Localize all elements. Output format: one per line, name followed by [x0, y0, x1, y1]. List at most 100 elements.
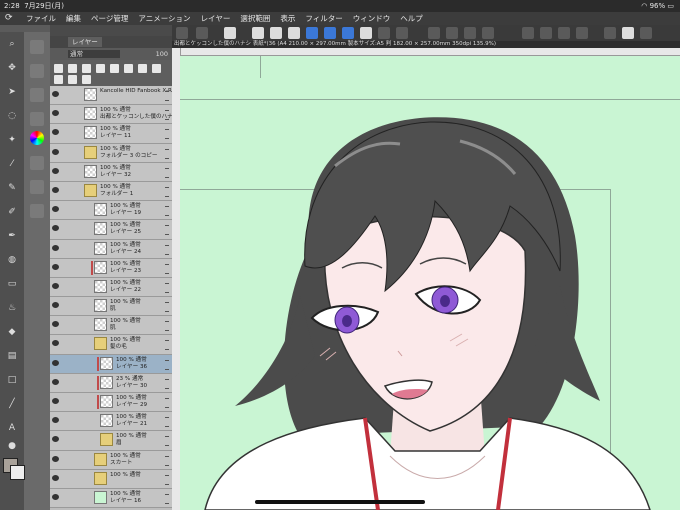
- layer-row[interactable]: 100 % 通常 出都とケッコンした僕のハナシ: [50, 105, 178, 125]
- layer-visibility-icon[interactable]: [52, 186, 59, 193]
- export-icon[interactable]: [306, 27, 318, 39]
- clear-icon[interactable]: [360, 27, 372, 39]
- layer-visibility-icon[interactable]: [52, 455, 59, 462]
- layer-menu-icon[interactable]: [165, 225, 169, 236]
- layer-visibility-icon[interactable]: [52, 398, 59, 404]
- pencil-tool-icon[interactable]: ✐: [6, 206, 18, 218]
- redo-icon[interactable]: [396, 27, 408, 39]
- clip-layer-icon[interactable]: [68, 75, 77, 84]
- layer-visibility-icon[interactable]: [52, 417, 59, 424]
- subtool-color-set[interactable]: [30, 156, 44, 170]
- new-file-icon[interactable]: [252, 27, 264, 39]
- color-wheel[interactable]: [30, 131, 44, 145]
- layout-icon[interactable]: [176, 27, 188, 39]
- new-folder-icon[interactable]: [82, 64, 91, 73]
- settings-icon[interactable]: [640, 27, 652, 39]
- eraser-tool-icon[interactable]: ▭: [6, 278, 18, 290]
- layer-visibility-icon[interactable]: [52, 436, 59, 443]
- menu-layer[interactable]: レイヤー: [201, 12, 231, 25]
- open-file-icon[interactable]: [270, 27, 282, 39]
- layer-visibility-icon[interactable]: [52, 148, 59, 155]
- layer-row[interactable]: 100 % 通常 フォルダー 3 のコピー: [50, 143, 172, 163]
- quick-access-icon[interactable]: [224, 27, 236, 39]
- layer-visibility-icon[interactable]: [52, 340, 59, 347]
- undo-icon[interactable]: [378, 27, 390, 39]
- layer-row[interactable]: 100 % 通常 レイヤー 25: [50, 220, 172, 240]
- layer-menu-icon[interactable]: [165, 167, 169, 178]
- menu-window[interactable]: ウィンドウ: [353, 12, 391, 25]
- layer-menu-icon[interactable]: [165, 282, 169, 293]
- layer-visibility-icon[interactable]: [52, 378, 59, 385]
- snap-guide-icon[interactable]: [576, 27, 588, 39]
- pen-tool-icon[interactable]: ✎: [6, 182, 18, 194]
- layer-row[interactable]: 100 % 通常 レイヤー 29: [50, 393, 172, 413]
- gradient-tool-icon[interactable]: ▤: [6, 350, 18, 362]
- layer-menu-icon[interactable]: [165, 148, 169, 159]
- ruler-tool-icon[interactable]: ╱: [6, 398, 18, 410]
- delete-layer-icon[interactable]: [152, 64, 161, 73]
- app-logo-icon[interactable]: ⟳: [5, 12, 13, 25]
- mask-icon[interactable]: [124, 64, 133, 73]
- blend-mode-select[interactable]: 通常: [68, 50, 120, 58]
- layer-menu-icon[interactable]: [165, 206, 169, 217]
- copy-layer-icon[interactable]: [96, 64, 105, 73]
- subtool-g-pen[interactable]: [30, 64, 44, 78]
- menu-filter[interactable]: フィルター: [305, 12, 342, 25]
- blend-tool-icon[interactable]: ♨: [6, 302, 18, 314]
- layer-visibility-icon[interactable]: [52, 167, 59, 174]
- layer-menu-icon[interactable]: [165, 474, 169, 485]
- layer-menu-icon[interactable]: [165, 417, 169, 428]
- screen-icon[interactable]: [196, 27, 208, 39]
- brush-tool-icon[interactable]: ✒: [6, 230, 18, 242]
- layer-visibility-icon[interactable]: [52, 110, 59, 117]
- layer-row[interactable]: 100 % 通常 レイヤー 16: [50, 488, 172, 509]
- sub-color-swatch[interactable]: [10, 465, 25, 480]
- menu-page[interactable]: ページ管理: [91, 12, 128, 25]
- transform-icon[interactable]: [428, 27, 440, 39]
- layer-row[interactable]: 100 % 通常 フォルダー 1: [50, 181, 172, 202]
- layer-row[interactable]: 100 % 通常肌: [50, 297, 172, 317]
- new-vector-layer-icon[interactable]: [68, 64, 77, 73]
- layer-menu-icon[interactable]: [165, 436, 169, 447]
- layer-menu-icon[interactable]: [165, 244, 169, 255]
- canvas-paper[interactable]: [180, 56, 680, 510]
- fill-tool-icon[interactable]: ◆: [6, 326, 18, 338]
- home-indicator[interactable]: [255, 500, 425, 504]
- layer-menu-icon[interactable]: [165, 110, 169, 121]
- subtool-turnip-pen[interactable]: [30, 112, 44, 126]
- layer-visibility-icon[interactable]: [52, 225, 59, 232]
- tab-layer[interactable]: レイヤー: [68, 37, 102, 47]
- print-icon[interactable]: [324, 27, 336, 39]
- draft-layer-icon[interactable]: [82, 75, 91, 84]
- layer-visibility-icon[interactable]: [52, 129, 59, 136]
- menu-view[interactable]: 表示: [280, 12, 295, 25]
- menu-animation[interactable]: アニメーション: [138, 12, 190, 25]
- layer-row[interactable]: 100 % 通常 スカート: [50, 450, 172, 470]
- subtool-zoom[interactable]: [30, 40, 44, 54]
- new-raster-layer-icon[interactable]: [54, 64, 63, 73]
- layer-visibility-icon[interactable]: [52, 206, 59, 213]
- layer-row-selected[interactable]: 100 % 通常 レイヤー 36: [50, 354, 172, 374]
- layer-row[interactable]: 100 % 通常 レイヤー 24: [50, 239, 172, 259]
- tips-icon[interactable]: [604, 27, 616, 39]
- eyedropper-tool-icon[interactable]: ⁄: [6, 158, 18, 170]
- save-icon[interactable]: [288, 27, 300, 39]
- layer-visibility-icon[interactable]: [52, 302, 59, 309]
- layer-row[interactable]: 100 % 通常 レイヤー 19: [50, 201, 172, 221]
- layer-row[interactable]: 100 % 通常 レイヤー 21: [50, 412, 172, 432]
- menu-selection[interactable]: 選択範囲: [240, 12, 270, 25]
- share-icon[interactable]: [342, 27, 354, 39]
- layer-visibility-icon[interactable]: [52, 91, 59, 97]
- layer-row[interactable]: 23 % 通常 レイヤー 30: [50, 373, 172, 393]
- operation-tool-icon[interactable]: ➤: [6, 86, 18, 98]
- layer-menu-icon[interactable]: [165, 455, 169, 466]
- layer-row[interactable]: 100 % 通常: [50, 469, 172, 489]
- deselect-icon[interactable]: [464, 27, 476, 39]
- airbrush-tool-icon[interactable]: ◍: [6, 254, 18, 266]
- layer-row[interactable]: 100 % 通常 レイヤー 23: [50, 258, 172, 278]
- hide-selection-icon[interactable]: [522, 27, 534, 39]
- layer-row[interactable]: 100 % 通常 レイヤー 11: [50, 124, 172, 144]
- layer-menu-icon[interactable]: [165, 129, 169, 140]
- help-icon[interactable]: [622, 27, 634, 39]
- layer-visibility-icon[interactable]: [52, 282, 59, 289]
